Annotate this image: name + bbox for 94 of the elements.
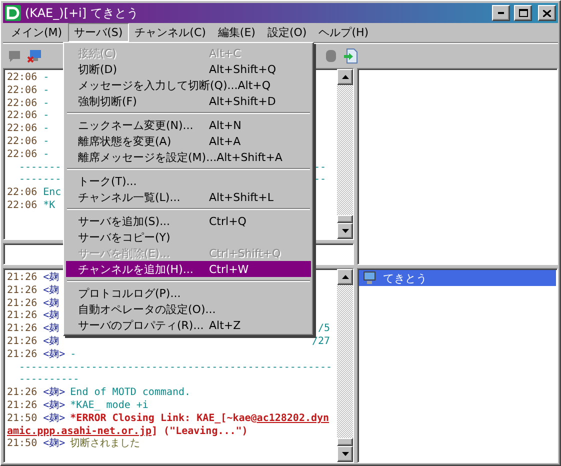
menu-entry[interactable]: トーク(T)... (66, 173, 311, 189)
log-time: 21:26 (7, 348, 38, 362)
log-message: *K (43, 200, 56, 213)
menu-entry[interactable]: 離席メッセージを設定(M)...Alt+Shift+A (66, 149, 311, 165)
log-divider: ---------------------------------------------------- (18, 362, 334, 374)
menu-item[interactable]: メイン(M) (5, 23, 68, 42)
up-arrow-icon (342, 75, 348, 79)
log-time: 21:26 (7, 323, 38, 336)
down-arrow-icon (342, 229, 348, 233)
log-nick: <麹 (43, 284, 60, 298)
app-logo-icon (5, 5, 21, 21)
scroll-thumb[interactable] (337, 215, 353, 223)
log-message: - (43, 123, 50, 136)
menu-entry[interactable]: 離席状態を変更(A) Alt+A (66, 133, 311, 149)
log-message: - (43, 148, 50, 162)
log-message: - (43, 72, 50, 85)
log-nick: <麹> (43, 400, 66, 412)
close-icon (543, 10, 551, 16)
scroll-up-button[interactable] (337, 69, 353, 85)
log-message: - (43, 84, 50, 98)
export-icon[interactable] (343, 48, 359, 64)
log-message: /27 (312, 336, 331, 349)
maximize-icon (518, 9, 528, 17)
menu-entry[interactable]: チャンネルを追加(H)... Ctrl+W (66, 261, 311, 277)
log-time: 22:06 (7, 98, 38, 110)
scroll-thumb[interactable] (337, 438, 353, 446)
close-button[interactable] (538, 5, 556, 21)
log-nick: <麹 (43, 272, 60, 284)
menu-entry[interactable]: サーバをコピー(Y) (66, 229, 311, 245)
log-time: 22:06 (7, 187, 38, 200)
log-time: 21:26 (7, 336, 38, 349)
log-message: - (43, 98, 50, 110)
scrollbar[interactable] (337, 69, 353, 239)
log-time: 21:26 (7, 310, 38, 324)
log-time: 21:26 (7, 272, 38, 285)
menu-entry[interactable]: チャンネル一覧(L)... Alt+Shift+L (66, 189, 311, 205)
log-time: 21:50 (7, 438, 38, 452)
log-nick: <麹 (43, 310, 60, 322)
log-message: - (43, 136, 50, 149)
up-arrow-icon (342, 275, 348, 279)
log-time: 22:06 (7, 84, 38, 98)
error-message: 21:50 <麹> *ERROR Closing Link: KAE_[~kae@ac128202.dynamic.ppp.asahi-net.or.jp] ("Leaving...") (7, 412, 330, 438)
minimize-icon (498, 12, 504, 14)
log-time: 22:06 (7, 148, 38, 162)
log-message: Enc (43, 187, 62, 200)
scroll-up-button[interactable] (337, 269, 353, 285)
down-arrow-icon (342, 452, 348, 456)
menu-entry[interactable]: 切断(D) Alt+Shift+Q (66, 61, 311, 77)
menu-entry[interactable]: メッセージを入力して切断(Q)...Alt+Q (66, 77, 311, 93)
window-title: (KAE_)[+i] てきとう (25, 4, 140, 22)
log-nick: <麹 (43, 323, 60, 336)
menu-item[interactable]: ヘルプ(H) (312, 23, 375, 42)
log-time: 21:26 (7, 387, 38, 400)
log-divider: ---------- (18, 374, 80, 386)
menu-entry[interactable]: サーバを追加(S)... Ctrl+Q (66, 213, 311, 229)
monitor-icon (363, 271, 377, 285)
menu-entry[interactable]: ニックネーム変更(N)... Alt+N (66, 117, 311, 133)
menu-item[interactable]: サーバ(S) (68, 23, 129, 42)
disconnect-icon[interactable] (27, 48, 43, 64)
channel-name: てきとう (383, 270, 427, 286)
menu-item[interactable]: 設定(O) (261, 23, 313, 42)
log-message: /5 (318, 323, 331, 336)
log-time: 22:06 (7, 123, 38, 136)
menu-entry[interactable]: 強制切断(F) Alt+Shift+D (66, 93, 311, 109)
log-nick: <麹> (43, 348, 66, 362)
log-nick: <麹 (43, 298, 60, 310)
log-divider: ------- (19, 174, 62, 188)
log-nick: <麹> (43, 387, 66, 400)
log-time: 21:26 (7, 298, 38, 310)
log-message: *KAE_ mode +i (70, 400, 148, 412)
log-nick: <麹 (43, 336, 60, 348)
log-time: 22:06 (7, 72, 38, 85)
log-nick: <麹> (43, 438, 66, 452)
scroll-down-button[interactable] (337, 223, 353, 239)
log-message: 切断されました (70, 438, 140, 452)
menu-entry[interactable]: プロトコルログ(P)... (66, 285, 311, 301)
log-message: - (43, 110, 50, 124)
log-divider: ------- (19, 162, 62, 174)
scrollbar[interactable] (337, 269, 353, 462)
log-message: - (70, 348, 76, 362)
log-time: 21:26 (7, 284, 38, 298)
log-time: 21:26 (7, 400, 38, 413)
log-message: End of MOTD command. (70, 387, 191, 400)
scroll-down-button[interactable] (337, 446, 353, 462)
menu-entry[interactable]: サーバのプロパティ(R)... Alt+Z (66, 317, 311, 333)
log-time: 22:06 (7, 200, 38, 213)
minimize-button[interactable] (492, 5, 510, 21)
menu-item[interactable]: チャンネル(C) (128, 23, 212, 42)
channel-item[interactable]: てきとう (359, 270, 556, 286)
menu-entry[interactable]: 自動オペレータの設定(O)... (66, 301, 311, 317)
menu-item[interactable]: 編集(E) (212, 23, 262, 42)
log-time: 22:06 (7, 110, 38, 124)
log-time: 22:06 (7, 136, 38, 149)
maximize-button[interactable] (514, 5, 532, 21)
